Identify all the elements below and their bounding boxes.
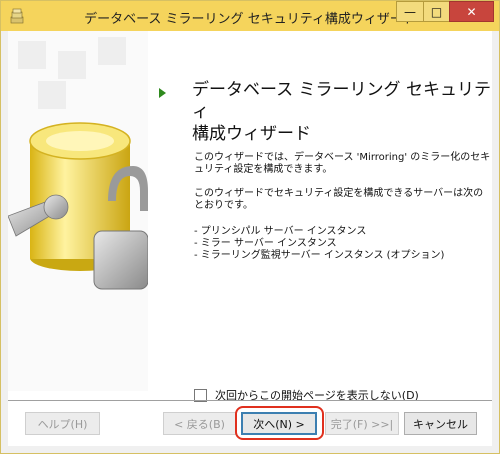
title-bar[interactable]: データベース ミラーリング セキュリティ構成ウィザード — □ ✕ [1,1,499,31]
maximize-icon: □ [430,4,443,19]
close-button[interactable]: ✕ [449,1,494,22]
green-triangle-icon [159,88,166,98]
database-wrench-padlock-illustration [8,31,148,391]
server-list: - プリンシパル サーバー インスタンス - ミラー サーバー インスタンス -… [194,226,494,262]
maximize-button[interactable]: □ [423,1,449,22]
wizard-content: データベース ミラーリング セキュリティ 構成ウィザード このウィザードでは、デ… [8,31,492,446]
list-item: - プリンシパル サーバー インスタンス [194,226,367,237]
finish-button[interactable]: 完了(F) >>| [325,412,399,435]
servers-intro-text: このウィザードでセキュリティ設定を構成できるサーバーは次の とおりです。 [194,188,484,211]
minimize-button[interactable]: — [396,1,423,22]
next-button-highlight [235,406,324,440]
help-button[interactable]: ヘルプ(H) [25,412,100,435]
wizard-window: データベース ミラーリング セキュリティ構成ウィザード — □ ✕ データベース… [0,0,500,454]
list-item: - ミラー サーバー インスタンス [194,238,337,249]
minimize-icon: — [404,4,416,19]
page-title: データベース ミラーリング セキュリティ 構成ウィザード [192,80,491,144]
cancel-button[interactable]: キャンセル [404,412,477,435]
intro-text: このウィザードでは、データベース 'Mirroring' のミラー化のセキ ュリ… [194,152,491,175]
list-item: - ミラーリング監視サーバー インスタンス (オプション) [194,250,445,261]
close-icon: ✕ [466,4,477,19]
divider [8,400,492,401]
back-button[interactable]: < 戻る(B) [163,412,236,435]
